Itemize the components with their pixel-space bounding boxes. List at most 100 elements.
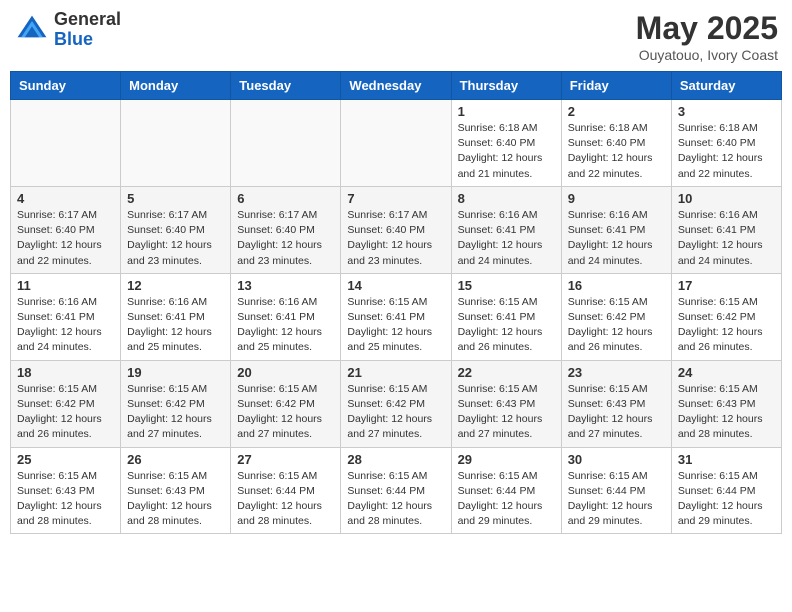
calendar-cell: 10Sunrise: 6:16 AM Sunset: 6:41 PM Dayli…: [671, 186, 781, 273]
calendar-cell: 2 Sunrise: 6:18 AM Sunset: 6:40 PM Daylig…: [561, 100, 671, 187]
calendar-cell: 4Sunrise: 6:17 AM Sunset: 6:40 PM Daylig…: [11, 186, 121, 273]
calendar-cell: [121, 100, 231, 187]
calendar-cell: 1 Sunrise: 6:18 AM Sunset: 6:40 PM Daylig…: [451, 100, 561, 187]
calendar-cell: 5 Sunrise: 6:17 AM Sunset: 6:40 PM Daylig…: [121, 186, 231, 273]
page-header: General Blue May 2025 Ouyatouo, Ivory Co…: [10, 10, 782, 63]
day-number: 7: [347, 191, 444, 206]
day-number: 2: [568, 104, 665, 119]
calendar-cell: 19 Sunrise: 6:15 AM Sunset: 6:42 PM Dayli…: [121, 360, 231, 447]
calendar-cell: [341, 100, 451, 187]
calendar-cell: 25 Sunrise: 6:15 AM Sunset: 6:43 PM Dayli…: [11, 447, 121, 534]
day-info: Sunrise: 6:16 AM Sunset: 6:41 PM Dayligh…: [458, 208, 555, 269]
day-number: 14: [347, 278, 444, 293]
calendar-cell: 21 Sunrise: 6:15 AM Sunset: 6:42 PM Dayli…: [341, 360, 451, 447]
day-number: 11: [17, 278, 114, 293]
day-info: Sunrise: 6:15 AM Sunset: 6:44 PM Dayligh…: [678, 469, 775, 530]
calendar-cell: 26 Sunrise: 6:15 AM Sunset: 6:43 PM Dayli…: [121, 447, 231, 534]
calendar-cell: 14 Sunrise: 6:15 AM Sunset: 6:41 PM Dayli…: [341, 273, 451, 360]
day-header-monday: Monday: [121, 72, 231, 100]
calendar-cell: [11, 100, 121, 187]
day-number: 13: [237, 278, 334, 293]
day-number: 16: [568, 278, 665, 293]
calendar-cell: 9Sunrise: 6:16 AM Sunset: 6:41 PM Daylig…: [561, 186, 671, 273]
day-info: Sunrise: 6:16 AM Sunset: 6:41 PM Dayligh…: [237, 295, 334, 356]
calendar-cell: 17 Sunrise: 6:15 AM Sunset: 6:42 PM Dayli…: [671, 273, 781, 360]
day-info: Sunrise: 6:15 AM Sunset: 6:43 PM Dayligh…: [458, 382, 555, 443]
day-number: 27: [237, 452, 334, 467]
day-info: Sunrise: 6:15 AM Sunset: 6:44 PM Dayligh…: [568, 469, 665, 530]
calendar-table: SundayMondayTuesdayWednesdayThursdayFrid…: [10, 71, 782, 534]
day-header-thursday: Thursday: [451, 72, 561, 100]
calendar-cell: 16 Sunrise: 6:15 AM Sunset: 6:42 PM Dayli…: [561, 273, 671, 360]
title-section: May 2025 Ouyatouo, Ivory Coast: [636, 10, 778, 63]
day-number: 19: [127, 365, 224, 380]
calendar-cell: 7Sunrise: 6:17 AM Sunset: 6:40 PM Daylig…: [341, 186, 451, 273]
calendar-cell: 8Sunrise: 6:16 AM Sunset: 6:41 PM Daylig…: [451, 186, 561, 273]
calendar-cell: 13 Sunrise: 6:16 AM Sunset: 6:41 PM Dayli…: [231, 273, 341, 360]
day-number: 1: [458, 104, 555, 119]
day-number: 29: [458, 452, 555, 467]
calendar-cell: 23 Sunrise: 6:15 AM Sunset: 6:43 PM Dayli…: [561, 360, 671, 447]
day-number: 12: [127, 278, 224, 293]
day-info: Sunrise: 6:15 AM Sunset: 6:43 PM Dayligh…: [127, 469, 224, 530]
day-info: Sunrise: 6:17 AM Sunset: 6:40 PM Dayligh…: [237, 208, 334, 269]
day-number: 20: [237, 365, 334, 380]
day-number: 17: [678, 278, 775, 293]
day-number: 31: [678, 452, 775, 467]
day-info: Sunrise: 6:16 AM Sunset: 6:41 PM Dayligh…: [678, 208, 775, 269]
day-info: Sunrise: 6:15 AM Sunset: 6:41 PM Dayligh…: [347, 295, 444, 356]
calendar-cell: 22Sunrise: 6:15 AM Sunset: 6:43 PM Dayli…: [451, 360, 561, 447]
day-number: 18: [17, 365, 114, 380]
calendar-cell: 29 Sunrise: 6:15 AM Sunset: 6:44 PM Dayli…: [451, 447, 561, 534]
calendar-cell: 27 Sunrise: 6:15 AM Sunset: 6:44 PM Dayli…: [231, 447, 341, 534]
calendar-cell: 12 Sunrise: 6:16 AM Sunset: 6:41 PM Dayli…: [121, 273, 231, 360]
day-info: Sunrise: 6:15 AM Sunset: 6:42 PM Dayligh…: [17, 382, 114, 443]
day-info: Sunrise: 6:18 AM Sunset: 6:40 PM Dayligh…: [568, 121, 665, 182]
day-number: 15: [458, 278, 555, 293]
day-info: Sunrise: 6:15 AM Sunset: 6:44 PM Dayligh…: [237, 469, 334, 530]
day-number: 5: [127, 191, 224, 206]
day-number: 26: [127, 452, 224, 467]
day-number: 25: [17, 452, 114, 467]
day-info: Sunrise: 6:18 AM Sunset: 6:40 PM Dayligh…: [458, 121, 555, 182]
day-info: Sunrise: 6:15 AM Sunset: 6:44 PM Dayligh…: [347, 469, 444, 530]
calendar-cell: 18 Sunrise: 6:15 AM Sunset: 6:42 PM Dayli…: [11, 360, 121, 447]
day-info: Sunrise: 6:18 AM Sunset: 6:40 PM Dayligh…: [678, 121, 775, 182]
day-info: Sunrise: 6:15 AM Sunset: 6:42 PM Dayligh…: [347, 382, 444, 443]
calendar-cell: 3Sunrise: 6:18 AM Sunset: 6:40 PM Daylig…: [671, 100, 781, 187]
day-info: Sunrise: 6:15 AM Sunset: 6:42 PM Dayligh…: [678, 295, 775, 356]
day-info: Sunrise: 6:15 AM Sunset: 6:43 PM Dayligh…: [17, 469, 114, 530]
day-header-sunday: Sunday: [11, 72, 121, 100]
day-number: 6: [237, 191, 334, 206]
day-header-saturday: Saturday: [671, 72, 781, 100]
day-number: 21: [347, 365, 444, 380]
day-info: Sunrise: 6:16 AM Sunset: 6:41 PM Dayligh…: [127, 295, 224, 356]
day-number: 23: [568, 365, 665, 380]
day-info: Sunrise: 6:16 AM Sunset: 6:41 PM Dayligh…: [17, 295, 114, 356]
calendar-cell: 6 Sunrise: 6:17 AM Sunset: 6:40 PM Daylig…: [231, 186, 341, 273]
day-info: Sunrise: 6:15 AM Sunset: 6:43 PM Dayligh…: [568, 382, 665, 443]
day-info: Sunrise: 6:15 AM Sunset: 6:42 PM Dayligh…: [237, 382, 334, 443]
logo-blue-text: Blue: [54, 30, 121, 50]
day-info: Sunrise: 6:15 AM Sunset: 6:43 PM Dayligh…: [678, 382, 775, 443]
day-info: Sunrise: 6:15 AM Sunset: 6:42 PM Dayligh…: [568, 295, 665, 356]
day-info: Sunrise: 6:17 AM Sunset: 6:40 PM Dayligh…: [127, 208, 224, 269]
calendar-cell: 15 Sunrise: 6:15 AM Sunset: 6:41 PM Dayli…: [451, 273, 561, 360]
calendar-cell: [231, 100, 341, 187]
day-number: 24: [678, 365, 775, 380]
calendar-cell: 30 Sunrise: 6:15 AM Sunset: 6:44 PM Dayli…: [561, 447, 671, 534]
calendar-cell: 31 Sunrise: 6:15 AM Sunset: 6:44 PM Dayli…: [671, 447, 781, 534]
day-number: 28: [347, 452, 444, 467]
day-info: Sunrise: 6:15 AM Sunset: 6:44 PM Dayligh…: [458, 469, 555, 530]
day-info: Sunrise: 6:15 AM Sunset: 6:41 PM Dayligh…: [458, 295, 555, 356]
day-header-friday: Friday: [561, 72, 671, 100]
calendar-week-2: 4Sunrise: 6:17 AM Sunset: 6:40 PM Daylig…: [11, 186, 782, 273]
calendar-header-row: SundayMondayTuesdayWednesdayThursdayFrid…: [11, 72, 782, 100]
calendar-week-1: 1 Sunrise: 6:18 AM Sunset: 6:40 PM Daylig…: [11, 100, 782, 187]
logo-icon: [14, 12, 50, 48]
day-info: Sunrise: 6:15 AM Sunset: 6:42 PM Dayligh…: [127, 382, 224, 443]
day-header-wednesday: Wednesday: [341, 72, 451, 100]
calendar-cell: 24 Sunrise: 6:15 AM Sunset: 6:43 PM Dayli…: [671, 360, 781, 447]
logo: General Blue: [14, 10, 121, 50]
day-number: 30: [568, 452, 665, 467]
